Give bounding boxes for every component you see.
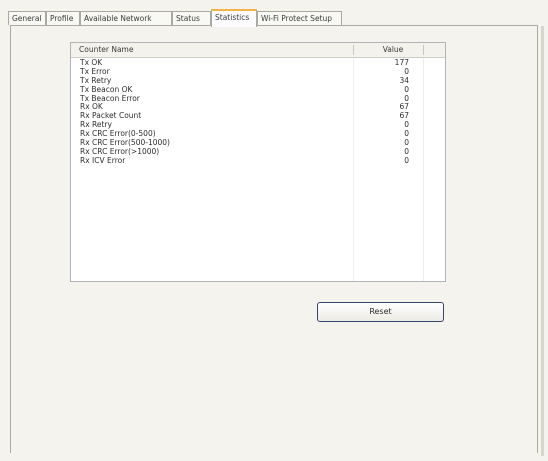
column-separator[interactable] [353,45,354,55]
panel-shadow [541,26,544,456]
column-header-value[interactable]: Value [363,43,423,57]
counter-name: Rx ICV Error [80,155,126,165]
tab-wifi-protect-setup[interactable]: Wi-Fi Protect Setup [257,11,342,25]
tab-statistics[interactable]: Statistics [211,9,257,27]
table-row[interactable]: Tx Beacon Error 0 [71,94,445,104]
reset-button[interactable]: Reset [317,302,444,322]
column-header-counter-name[interactable]: Counter Name [79,43,133,57]
table-row[interactable]: Tx Error 0 [71,67,445,77]
statistics-list[interactable]: Counter Name Value Tx OK 177 Tx Error 0 Tx… [70,42,446,282]
table-row[interactable]: Rx Packet Count 67 [71,111,445,121]
tab-available-network[interactable]: Available Network [80,11,172,25]
tab-status[interactable]: Status [172,11,211,25]
table-row[interactable]: Rx ICV Error 0 [71,155,445,166]
tab-bar: General Profile Available Network Status… [8,9,538,27]
list-header: Counter Name Value [71,43,445,58]
tab-general[interactable]: General [8,11,46,25]
table-row[interactable]: Tx OK 177 [71,58,445,68]
utility-window: General Profile Available Network Status… [0,0,548,461]
tab-profile[interactable]: Profile [46,11,80,25]
table-row[interactable]: Rx CRC Error(>1000) 0 [71,147,445,157]
statistics-rows: Tx OK 177 Tx Error 0 Tx Retry 34 Tx Beacon … [71,58,445,166]
column-separator[interactable] [423,45,424,55]
counter-value: 0 [404,155,409,165]
